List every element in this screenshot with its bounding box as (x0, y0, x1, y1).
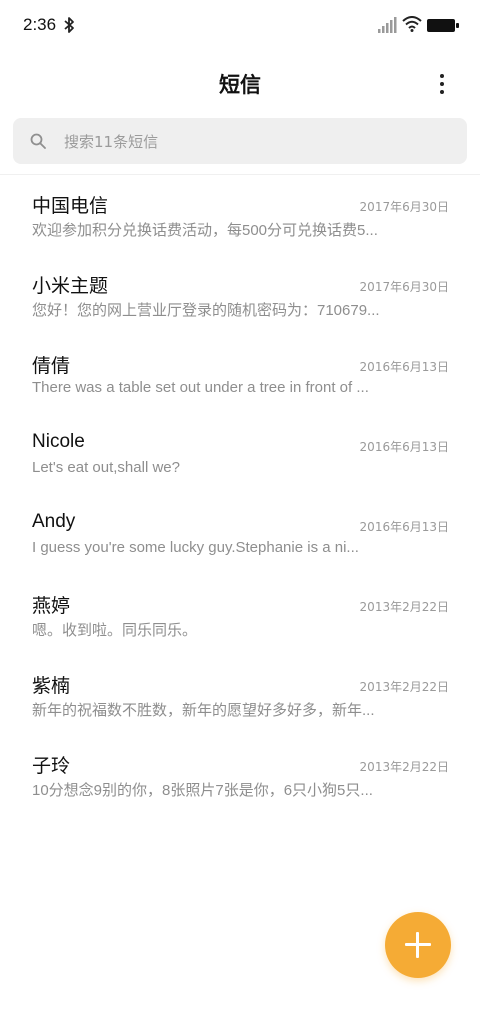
conversation-list: 中国电信 2017年6月30日 欢迎参加积分兑换话费活动，每500分可兑换话费5… (0, 175, 480, 815)
message-preview: 新年的祝福数不胜数，新年的愿望好多好多，新年... (32, 702, 375, 719)
contact-name: 中国电信 (32, 196, 109, 217)
contact-name: Andy (32, 511, 76, 532)
message-date: 2017年6月30日 (359, 280, 449, 294)
message-date: 2013年2月22日 (359, 760, 449, 774)
wifi-icon (402, 16, 422, 32)
conversation-item[interactable]: 中国电信 2017年6月30日 欢迎参加积分兑换话费活动，每500分可兑换话费5… (0, 175, 480, 255)
search-icon (30, 133, 46, 149)
message-date: 2016年6月13日 (359, 520, 449, 534)
message-preview: 您好！您的网上营业厅登录的随机密码为：710679... (32, 302, 380, 319)
message-preview: 嗯。收到啦。同乐同乐。 (32, 622, 198, 639)
conversation-item[interactable]: Andy 2016年6月13日 I guess you're some luck… (0, 495, 480, 575)
contact-name: 小米主题 (32, 276, 109, 297)
more-vertical-icon (440, 74, 444, 78)
contact-name: 燕婷 (32, 596, 71, 617)
contact-name: 倩倩 (32, 356, 71, 377)
conversation-item[interactable]: 子玲 2013年2月22日 10分想念9别的你，8张照片7张是你，6只小狗5只.… (0, 735, 480, 815)
conversation-item[interactable]: 倩倩 2016年6月13日 There was a table set out … (0, 335, 480, 415)
message-date: 2016年6月13日 (359, 440, 449, 454)
contact-name: 子玲 (32, 756, 71, 777)
conversation-item[interactable]: 燕婷 2013年2月22日 嗯。收到啦。同乐同乐。 (0, 575, 480, 655)
message-preview: 欢迎参加积分兑换话费活动，每500分可兑换话费5... (32, 222, 378, 239)
message-date: 2013年2月22日 (359, 680, 449, 694)
message-date: 2013年2月22日 (359, 600, 449, 614)
conversation-item[interactable]: Nicole 2016年6月13日 Let's eat out,shall we… (0, 415, 480, 495)
battery-icon (427, 19, 459, 32)
header: 短信 (0, 52, 480, 114)
message-preview: I guess you're some lucky guy.Stephanie … (32, 539, 359, 556)
search-placeholder: 搜索11条短信 (64, 133, 159, 151)
contact-name: Nicole (32, 431, 85, 452)
page-title: 短信 (219, 73, 261, 97)
status-time: 2:36 (23, 15, 57, 34)
message-preview: Let's eat out,shall we? (32, 459, 180, 476)
search-input[interactable]: 搜索11条短信 (13, 118, 467, 164)
contact-name: 紫楠 (32, 676, 71, 697)
conversation-item[interactable]: 紫楠 2013年2月22日 新年的祝福数不胜数，新年的愿望好多好多，新年... (0, 655, 480, 735)
bluetooth-icon (64, 17, 74, 33)
message-date: 2016年6月13日 (359, 360, 449, 374)
more-button[interactable] (428, 66, 456, 102)
new-message-button[interactable] (385, 912, 451, 978)
message-date: 2017年6月30日 (359, 200, 449, 214)
conversation-item[interactable]: 小米主题 2017年6月30日 您好！您的网上营业厅登录的随机密码为：71067… (0, 255, 480, 335)
signal-icon (378, 17, 397, 33)
message-preview: 10分想念9别的你，8张照片7张是你，6只小狗5只... (32, 782, 373, 799)
status-bar: 2:36 (0, 0, 480, 52)
message-preview: There was a table set out under a tree i… (32, 379, 369, 396)
